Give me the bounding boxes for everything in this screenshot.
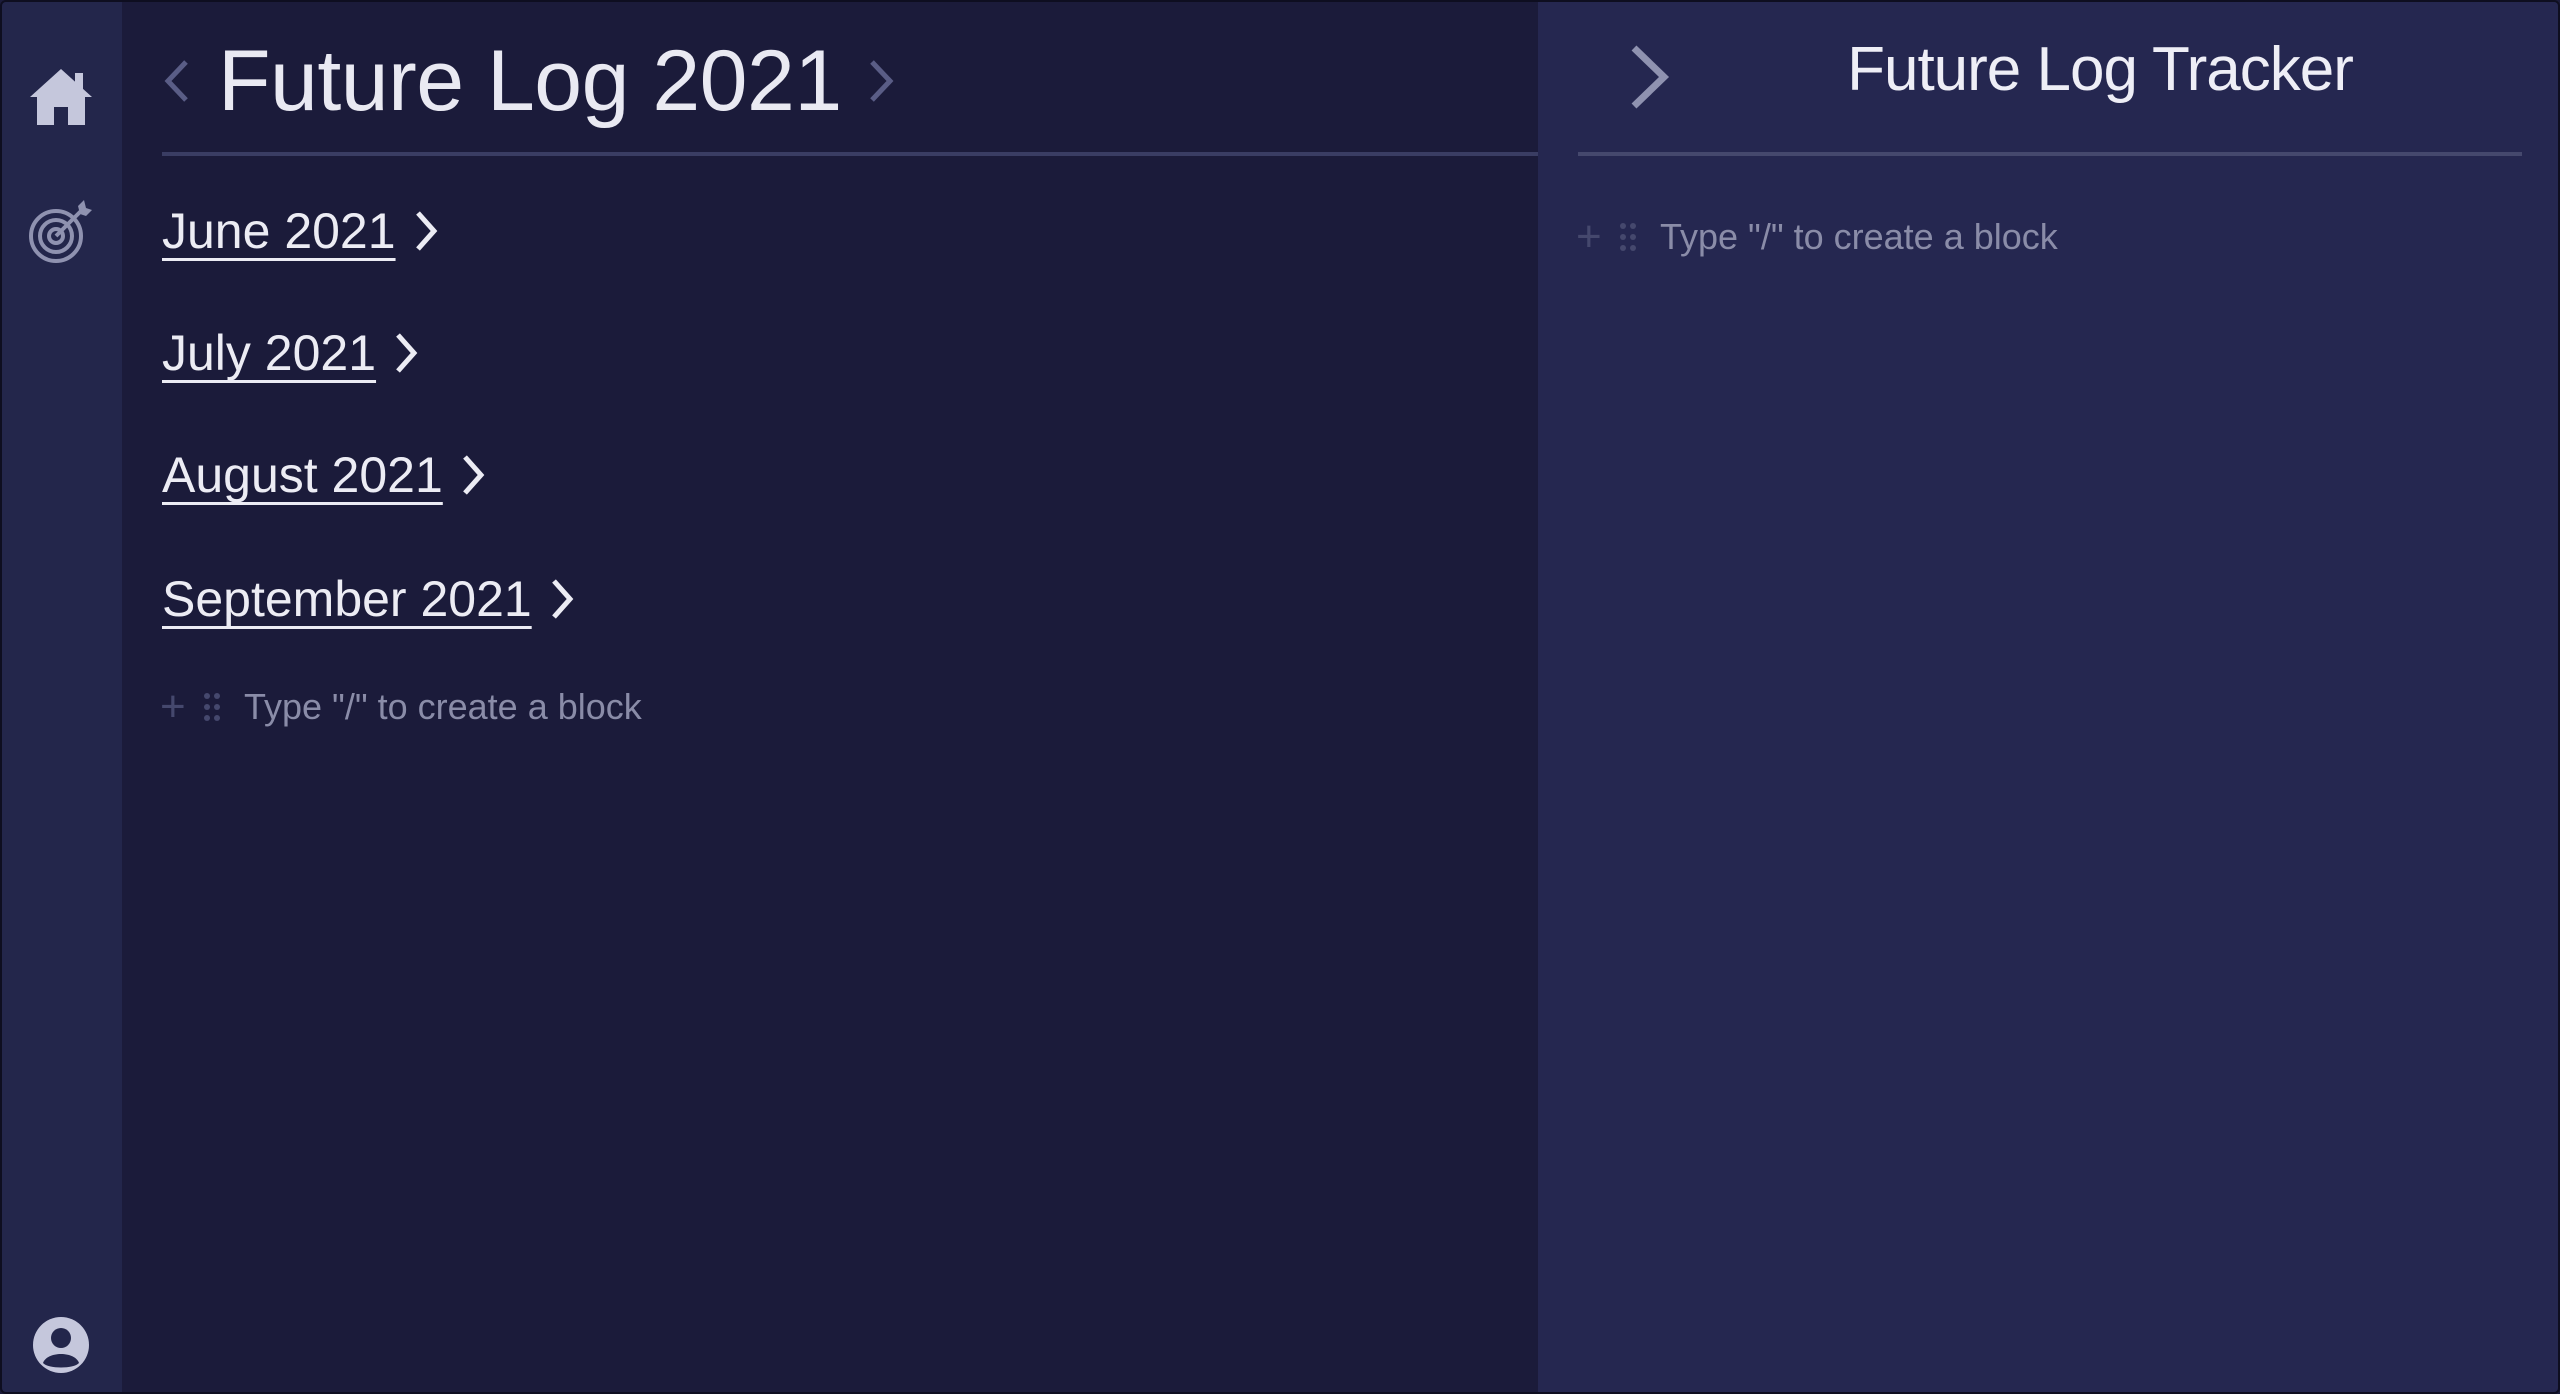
- home-icon[interactable]: [28, 64, 94, 130]
- block-placeholder-text[interactable]: Type "/" to create a block: [244, 686, 642, 728]
- new-block-row[interactable]: + Type "/" to create a block: [1576, 212, 2058, 262]
- new-block-row[interactable]: + Type "/" to create a block: [160, 682, 642, 732]
- chevron-right-icon[interactable]: [412, 207, 440, 255]
- panel-title: Future Log Tracker: [1847, 35, 2354, 104]
- month-link-august[interactable]: August 2021: [162, 446, 487, 504]
- app-window: Future Log 2021 June 2021 July 2021 Augu…: [0, 0, 2560, 1394]
- add-block-icon[interactable]: +: [1576, 212, 1606, 262]
- title-row: Future Log 2021: [162, 26, 896, 136]
- user-icon[interactable]: [28, 1312, 94, 1378]
- month-link-september[interactable]: September 2021: [162, 570, 576, 628]
- chevron-right-icon[interactable]: [548, 575, 576, 623]
- month-label[interactable]: July 2021: [162, 324, 376, 382]
- chevron-right-icon[interactable]: [866, 56, 896, 106]
- side-panel: Future Log Tracker + Type "/" to create …: [1538, 2, 2558, 1392]
- left-rail: [2, 2, 122, 1392]
- month-link-july[interactable]: July 2021: [162, 324, 420, 382]
- month-link-june[interactable]: June 2021: [162, 202, 440, 260]
- title-divider: [162, 152, 1538, 156]
- chevron-right-icon[interactable]: [459, 451, 487, 499]
- month-label[interactable]: June 2021: [162, 202, 396, 260]
- block-placeholder-text[interactable]: Type "/" to create a block: [1660, 216, 2058, 258]
- chevron-right-icon[interactable]: [392, 329, 420, 377]
- month-label[interactable]: August 2021: [162, 446, 443, 504]
- target-icon[interactable]: [28, 198, 94, 264]
- add-block-icon[interactable]: +: [160, 682, 190, 732]
- panel-divider: [1578, 152, 2522, 156]
- drag-handle-icon[interactable]: [1618, 221, 1640, 253]
- month-label[interactable]: September 2021: [162, 570, 532, 628]
- main-page: Future Log 2021 June 2021 July 2021 Augu…: [122, 2, 1538, 1392]
- chevron-left-icon[interactable]: [162, 56, 192, 106]
- page-title: Future Log 2021: [218, 32, 842, 129]
- drag-handle-icon[interactable]: [202, 691, 224, 723]
